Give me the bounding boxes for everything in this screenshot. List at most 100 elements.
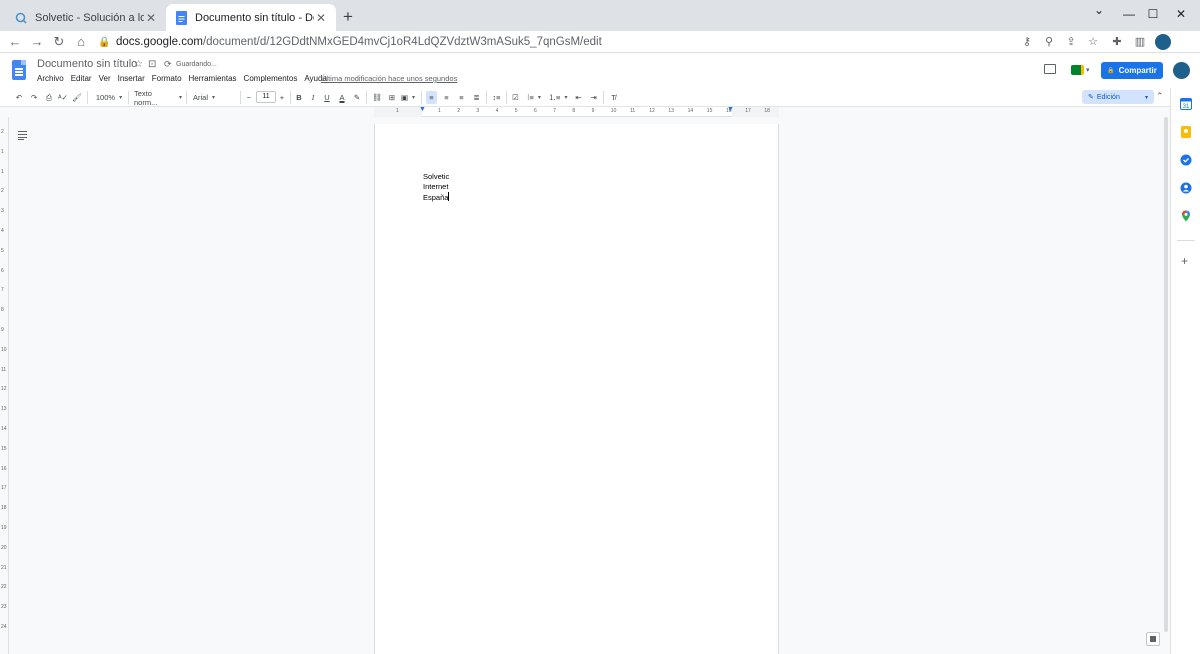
ruler-number: 8 [572, 108, 576, 114]
align-left-icon[interactable]: ≡ [426, 91, 437, 104]
side-panel-icon[interactable]: ▥ [1132, 34, 1148, 50]
close-tab-icon[interactable]: ✕ [144, 11, 158, 25]
menu-formato[interactable]: Formato [152, 74, 182, 83]
new-tab-button[interactable]: + [338, 7, 358, 27]
zoom-select[interactable]: 100% [95, 91, 123, 104]
spellcheck-icon[interactable]: ᴬ✓ [58, 91, 68, 104]
home-icon[interactable]: ⌂ [72, 33, 90, 51]
tab-solvetic[interactable]: Solvetic - Solución a los problemas ✕ [6, 4, 166, 31]
editing-mode-select[interactable]: ✎ Edición ▾ [1082, 90, 1154, 104]
menu-editar[interactable]: Editar [71, 74, 92, 83]
text-color-button[interactable]: A [338, 91, 346, 104]
maps-icon[interactable] [1180, 209, 1192, 222]
underline-button[interactable]: U [323, 91, 331, 104]
menu-herramientas[interactable]: Herramientas [189, 74, 237, 83]
extensions-icon[interactable]: ✚ [1109, 34, 1125, 50]
decrease-indent-icon[interactable]: ⇤ [573, 91, 584, 104]
document-title[interactable]: Documento sin título [37, 58, 137, 70]
menu-ver[interactable]: Ver [99, 74, 111, 83]
ruler-number: 2 [1, 188, 4, 195]
text-cursor [448, 192, 450, 201]
insert-image-icon[interactable]: ▣ [401, 91, 415, 104]
document-outline-icon[interactable] [18, 130, 28, 140]
share-button[interactable]: 🔒 Compartir [1101, 62, 1163, 79]
style-select[interactable]: Texto norm... [134, 89, 182, 107]
profile-avatar[interactable] [1155, 34, 1171, 50]
share-page-icon[interactable]: ⇪ [1063, 34, 1079, 50]
browser-window: Solvetic - Solución a los problemas ✕ Do… [0, 0, 1200, 654]
tasks-icon[interactable] [1180, 153, 1192, 166]
zoom-icon[interactable]: ⚲ [1041, 34, 1057, 50]
link-icon[interactable]: ⛓ [372, 91, 382, 104]
share-label: Compartir [1118, 66, 1157, 75]
collapse-menus-icon[interactable]: ⌃ [1156, 91, 1164, 102]
undo-icon[interactable]: ↶ [14, 91, 24, 104]
close-tab-icon[interactable]: ✕ [314, 11, 328, 25]
align-justify-icon[interactable]: ≣ [471, 91, 482, 104]
svg-text:31: 31 [1183, 104, 1190, 110]
decrease-font-size-icon[interactable]: − [245, 91, 253, 104]
ruler-number: 19 [1, 525, 7, 531]
align-center-icon[interactable]: ≡ [441, 91, 452, 104]
bulleted-list-icon[interactable]: ⁝≡ [525, 91, 543, 104]
ruler-number: 9 [591, 108, 595, 114]
document-page[interactable] [374, 124, 779, 654]
calendar-icon[interactable]: 31 [1180, 97, 1192, 110]
meet-icon[interactable]: ▾ [1071, 64, 1093, 76]
menu-archivo[interactable]: Archivo [37, 74, 64, 83]
font-select[interactable]: Arial [193, 91, 239, 104]
font-size-input[interactable]: 11 [256, 91, 276, 103]
ruler-number: 3 [476, 108, 480, 114]
ruler-number: 4 [1, 228, 4, 234]
forward-button[interactable]: → [28, 33, 46, 51]
left-indent-marker-icon[interactable]: ▼ [419, 106, 426, 113]
print-icon[interactable]: ⎙ [44, 91, 54, 104]
key-icon[interactable]: ⚷ [1019, 34, 1035, 50]
ruler-number: 3 [1, 208, 4, 215]
tab-google-docs[interactable]: Documento sin título - Documentos de Goo… [166, 4, 336, 31]
document-body[interactable]: Solvetic Internet España [423, 172, 450, 203]
explore-button[interactable] [1146, 632, 1160, 646]
italic-button[interactable]: I [309, 91, 317, 104]
increase-font-size-icon[interactable]: + [278, 91, 286, 104]
chevron-down-icon: ▾ [1144, 94, 1148, 101]
last-edit-link[interactable]: Última modificación hace unos segundos [321, 74, 457, 83]
reload-button[interactable]: ↻ [50, 33, 68, 51]
menu-complementos[interactable]: Complementos [244, 74, 298, 83]
contacts-icon[interactable] [1180, 181, 1192, 194]
horizontal-ruler[interactable]: 1 1 2 3 4 5 6 7 8 9 10 11 12 13 14 15 16 17 18 [374, 107, 779, 117]
align-right-icon[interactable]: ≡ [456, 91, 467, 104]
numbered-list-icon[interactable]: ⒈≡ [549, 91, 567, 104]
back-button[interactable]: ← [6, 33, 24, 51]
get-addons-icon[interactable]: + [1181, 254, 1188, 268]
scrollbar-thumb[interactable] [1164, 117, 1168, 632]
star-icon[interactable]: ☆ [1085, 34, 1101, 50]
ruler-number: 10 [610, 108, 617, 114]
lock-icon: 🔒 [98, 36, 111, 48]
redo-icon[interactable]: ↷ [29, 91, 39, 104]
keep-icon[interactable] [1180, 125, 1192, 138]
url-field[interactable]: 🔒 docs.google.com/document/d/12GDdtNMxGE… [98, 33, 1008, 51]
highlight-icon[interactable]: ✎ [353, 91, 361, 104]
ruler-number: 23 [1, 604, 7, 611]
comment-add-icon[interactable]: ⊞ [387, 91, 397, 104]
close-window-button[interactable]: ✕ [1162, 4, 1200, 24]
vertical-ruler[interactable]: 2 1 1 2 3 4 5 6 7 8 9 10 11 12 13 14 15 16 17 18 19 20 21 22 23 2… [0, 117, 9, 654]
clear-formatting-icon[interactable]: T̸ [608, 91, 619, 104]
star-icon[interactable]: ☆ [134, 59, 143, 70]
right-indent-marker-icon[interactable]: ▼ [727, 106, 734, 113]
ruler-number: 11 [1, 366, 7, 373]
checklist-icon[interactable]: ☑ [510, 91, 521, 104]
comments-icon[interactable] [1044, 64, 1056, 74]
paint-format-icon[interactable]: 🖌 [72, 91, 82, 104]
url-host: docs.google.com [116, 36, 203, 48]
vertical-scrollbar[interactable] [1163, 117, 1169, 654]
move-folder-icon[interactable]: ⊡ [148, 59, 156, 70]
line-spacing-icon[interactable]: ↕≡ [491, 91, 502, 104]
account-avatar[interactable] [1173, 62, 1190, 79]
bold-button[interactable]: B [295, 91, 303, 104]
ruler-number: 15 [706, 108, 713, 114]
increase-indent-icon[interactable]: ⇥ [588, 91, 599, 104]
docs-logo-icon[interactable] [12, 60, 26, 80]
menu-insertar[interactable]: Insertar [118, 74, 145, 83]
